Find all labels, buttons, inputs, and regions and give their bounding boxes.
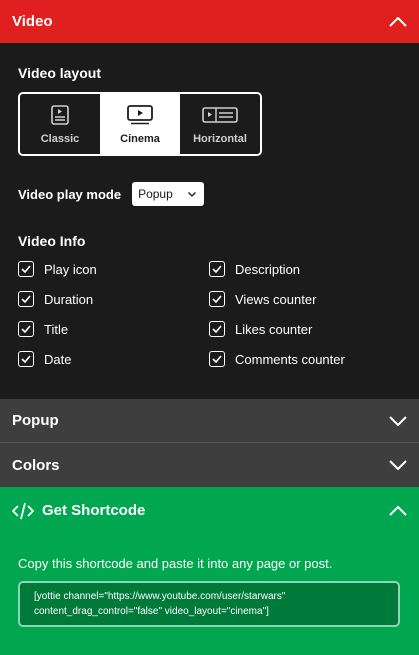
chevron-down-icon[interactable] (389, 460, 407, 470)
checkbox-views-counter[interactable]: Views counter (209, 291, 399, 307)
shortcode-code-box[interactable]: [yottie channel="https://www.youtube.com… (18, 581, 400, 627)
checkbox-comments-counter[interactable]: Comments counter (209, 351, 399, 367)
checkbox-likes-counter[interactable]: Likes counter (209, 321, 399, 337)
play-mode-row: Video play mode Popup (18, 182, 401, 206)
checkbox-box[interactable] (209, 291, 225, 307)
checkmark-icon (212, 355, 222, 363)
layout-option-label: Classic (40, 133, 80, 145)
checkmark-icon (21, 265, 31, 273)
video-layout-picker: Classic Cinema Horizontal (18, 92, 262, 156)
checkbox-box[interactable] (209, 261, 225, 277)
checkbox-duration[interactable]: Duration (18, 291, 209, 307)
chevron-down-icon[interactable] (389, 415, 407, 426)
checkbox-label: Description (235, 261, 301, 277)
checkbox-box[interactable] (209, 321, 225, 337)
horizontal-layout-icon (202, 107, 238, 123)
classic-layout-icon (51, 105, 69, 125)
shortcode-title-wrap: Get Shortcode (12, 502, 145, 520)
checkbox-box[interactable] (18, 291, 34, 307)
checkbox-box[interactable] (209, 351, 225, 367)
checkmark-icon (212, 295, 222, 303)
checkmark-icon (21, 325, 31, 333)
shortcode-section-body: Copy this shortcode and paste it into an… (0, 534, 419, 655)
popup-section-title: Popup (12, 412, 59, 429)
video-info-checkbox-grid: Play icon Description Duration Views cou… (18, 261, 401, 367)
checkbox-label: Comments counter (235, 351, 345, 367)
checkmark-icon (212, 325, 222, 333)
checkbox-box[interactable] (18, 261, 34, 277)
checkmark-icon (21, 295, 31, 303)
layout-option-horizontal[interactable]: Horizontal (180, 94, 260, 154)
layout-option-cinema[interactable]: Cinema (100, 94, 180, 154)
checkbox-label: Play icon (44, 261, 97, 277)
checkbox-box[interactable] (18, 351, 34, 367)
checkbox-description[interactable]: Description (209, 261, 399, 277)
checkbox-label: Likes counter (235, 321, 313, 337)
video-section-header[interactable]: Video (0, 0, 419, 43)
play-mode-value: Popup (138, 187, 173, 201)
checkbox-date[interactable]: Date (18, 351, 209, 367)
checkmark-icon (212, 265, 222, 273)
popup-section-header[interactable]: Popup (0, 399, 419, 443)
layout-option-label: Cinema (120, 133, 160, 145)
play-mode-select[interactable]: Popup (132, 182, 205, 206)
chevron-up-icon[interactable] (389, 505, 407, 516)
checkbox-label: Duration (44, 291, 94, 307)
checkbox-title[interactable]: Title (18, 321, 209, 337)
checkbox-label: Views counter (235, 291, 317, 307)
checkbox-label: Title (44, 321, 69, 337)
colors-section-header[interactable]: Colors (0, 443, 419, 487)
checkbox-box[interactable] (18, 321, 34, 337)
layout-option-classic[interactable]: Classic (20, 94, 100, 154)
video-info-heading: Video Info (18, 233, 86, 249)
checkmark-icon (21, 355, 31, 363)
video-section-title: Video (12, 13, 53, 30)
code-icon (12, 502, 34, 519)
checkbox-play-icon[interactable]: Play icon (18, 261, 209, 277)
shortcode-instruction: Copy this shortcode and paste it into an… (18, 556, 333, 571)
chevron-down-icon (188, 191, 197, 197)
play-mode-label: Video play mode (18, 186, 122, 202)
cinema-layout-icon (127, 105, 153, 125)
video-layout-heading: Video layout (18, 65, 101, 81)
layout-option-label: Horizontal (193, 133, 247, 145)
chevron-up-icon[interactable] (389, 16, 407, 27)
checkbox-label: Date (44, 351, 72, 367)
shortcode-section-header[interactable]: Get Shortcode (0, 487, 419, 534)
shortcode-section-title: Get Shortcode (42, 502, 146, 519)
video-section-body: Video layout Classic Cinema Horizontal V… (0, 43, 419, 399)
colors-section-title: Colors (12, 456, 60, 474)
